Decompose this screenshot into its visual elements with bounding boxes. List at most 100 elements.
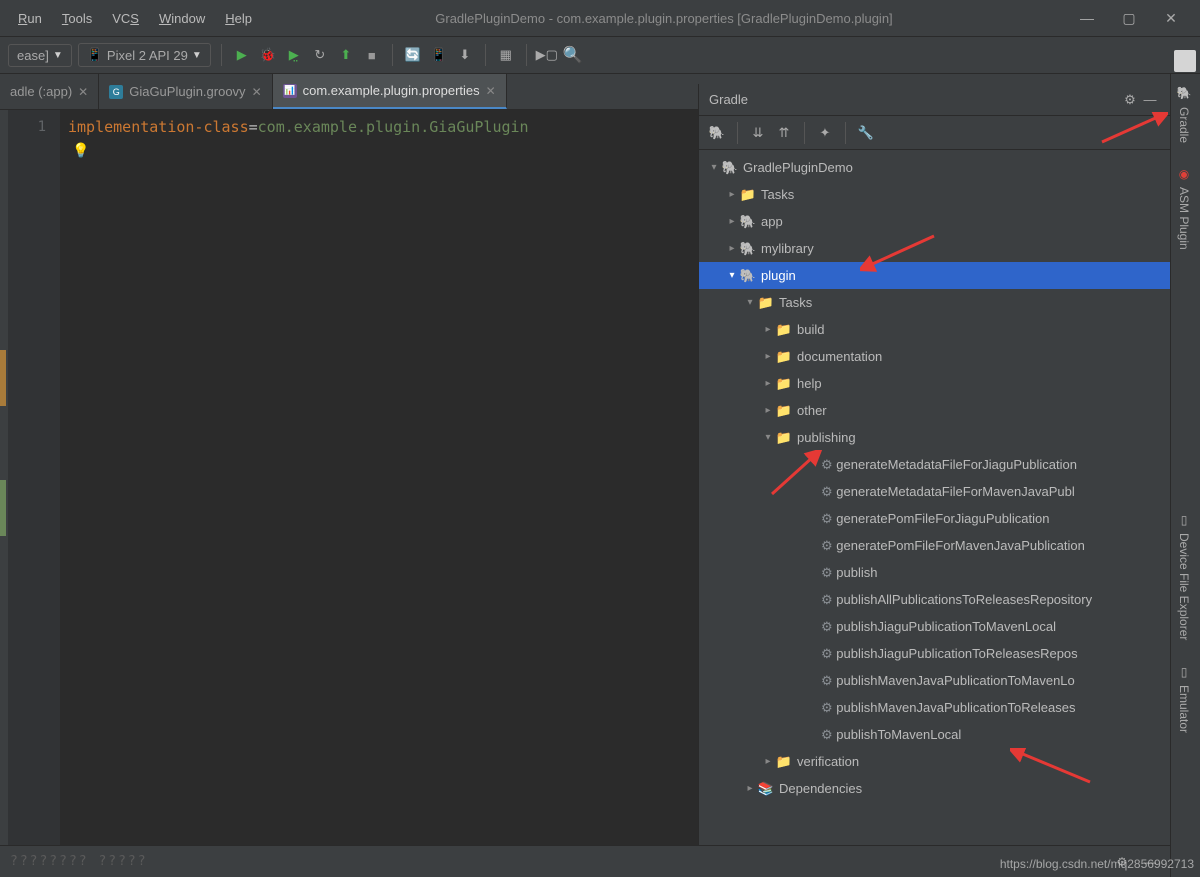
menu-vcs[interactable]: VCS bbox=[102, 7, 149, 30]
right-sidebar: 🐘Gradle ◉ASM Plugin ▯Device File Explore… bbox=[1170, 74, 1200, 877]
wrench-icon[interactable]: 🔧 bbox=[856, 123, 876, 143]
profile-icon[interactable]: ↻ bbox=[310, 45, 330, 65]
tree-mylibrary[interactable]: ▸🐘mylibrary bbox=[699, 235, 1170, 262]
task-row[interactable]: ⚙ generateMetadataFileForJiaguPublicatio… bbox=[699, 451, 1170, 478]
task-label: publish bbox=[836, 565, 877, 580]
chevron-down-icon: ▾ bbox=[743, 297, 757, 308]
task-label: publishToMavenLocal bbox=[836, 727, 961, 742]
separator bbox=[737, 122, 738, 144]
refresh-icon[interactable]: 🐘 bbox=[707, 123, 727, 143]
task-row[interactable]: ⚙ publishJiaguPublicationToReleasesRepos bbox=[699, 640, 1170, 667]
folder-gear-icon: 📁 bbox=[775, 322, 793, 338]
task-label: publishAllPublicationsToReleasesReposito… bbox=[836, 592, 1092, 607]
run-config-dropdown[interactable]: ease] ▼ bbox=[8, 44, 72, 67]
close-button[interactable]: ✕ bbox=[1150, 0, 1192, 36]
minimize-button[interactable]: — bbox=[1066, 0, 1108, 36]
separator bbox=[845, 122, 846, 144]
tree-build[interactable]: ▸📁build bbox=[699, 316, 1170, 343]
gear-icon: ⚙ bbox=[821, 511, 833, 527]
chevron-right-icon: ▸ bbox=[761, 756, 775, 767]
minimize-panel-icon[interactable]: — bbox=[1140, 90, 1160, 110]
side-tab-gradle[interactable]: 🐘Gradle bbox=[1171, 74, 1197, 155]
side-tab-device-explorer[interactable]: ▯Device File Explorer bbox=[1171, 501, 1197, 652]
tab-plugin-properties[interactable]: 📊 com.example.plugin.properties ✕ bbox=[273, 74, 507, 109]
task-label: generatePomFileForJiaguPublication bbox=[836, 511, 1049, 526]
task-row[interactable]: ⚙ generatePomFileForMavenJavaPublication bbox=[699, 532, 1170, 559]
collapse-all-icon[interactable]: ⇈ bbox=[774, 123, 794, 143]
offline-icon[interactable]: ✦ bbox=[815, 123, 835, 143]
tree-root[interactable]: ▾🐘GradlePluginDemo bbox=[699, 154, 1170, 181]
capture-icon[interactable]: ▶▢ bbox=[537, 45, 557, 65]
stop-icon[interactable]: ■ bbox=[362, 45, 382, 65]
chevron-right-icon: ▸ bbox=[761, 378, 775, 389]
menu-tools[interactable]: Tools bbox=[52, 7, 102, 30]
sync-icon[interactable]: 🔄 bbox=[403, 45, 423, 65]
layout-icon[interactable]: ▦ bbox=[496, 45, 516, 65]
task-row[interactable]: ⚙ publishMavenJavaPublicationToMavenLo bbox=[699, 667, 1170, 694]
menu-window[interactable]: Window bbox=[149, 7, 215, 30]
tree-publishing[interactable]: ▾📁publishing bbox=[699, 424, 1170, 451]
task-row[interactable]: ⚙ generatePomFileForJiaguPublication bbox=[699, 505, 1170, 532]
tree-plugin[interactable]: ▾🐘plugin bbox=[699, 262, 1170, 289]
gradle-elephant-icon: 🐘 bbox=[1177, 86, 1191, 101]
task-row[interactable]: ⚙ generateMetadataFileForMavenJavaPubl bbox=[699, 478, 1170, 505]
side-tab-emulator[interactable]: ▯Emulator bbox=[1171, 653, 1197, 745]
node-label: mylibrary bbox=[761, 241, 814, 256]
window-title: GradlePluginDemo - com.example.plugin.pr… bbox=[262, 11, 1066, 26]
task-row[interactable]: ⚙ publishJiaguPublicationToMavenLocal bbox=[699, 613, 1170, 640]
device-dropdown[interactable]: 📱 Pixel 2 API 29 ▼ bbox=[78, 43, 211, 67]
statusbar: ⚙ — bbox=[0, 845, 1170, 877]
separator bbox=[392, 44, 393, 66]
maximize-button[interactable]: ▢ bbox=[1108, 0, 1150, 36]
tree-plugin-tasks[interactable]: ▾📁Tasks bbox=[699, 289, 1170, 316]
coverage-icon[interactable]: ▶̤ bbox=[284, 45, 304, 65]
chevron-right-icon: ▸ bbox=[761, 405, 775, 416]
avatar[interactable] bbox=[1174, 50, 1196, 72]
device-label: Pixel 2 API 29 bbox=[107, 48, 188, 63]
task-row[interactable]: ⚙ publish bbox=[699, 559, 1170, 586]
menu-help[interactable]: Help bbox=[215, 7, 262, 30]
gear-icon: ⚙ bbox=[821, 565, 833, 581]
node-label: GradlePluginDemo bbox=[743, 160, 853, 175]
task-row[interactable]: ⚙ publishToMavenLocal bbox=[699, 721, 1170, 748]
tree-dependencies[interactable]: ▸📚Dependencies bbox=[699, 775, 1170, 802]
task-label: generateMetadataFileForMavenJavaPubl bbox=[836, 484, 1074, 499]
main-toolbar: ease] ▼ 📱 Pixel 2 API 29 ▼ ▶ 🐞 ▶̤ ↻ ⬆ ■ … bbox=[0, 36, 1200, 74]
chevron-down-icon: ▾ bbox=[725, 270, 739, 281]
menu-run[interactable]: Run bbox=[8, 7, 52, 30]
task-row[interactable]: ⚙ publishAllPublicationsToReleasesReposi… bbox=[699, 586, 1170, 613]
tree-other[interactable]: ▸📁other bbox=[699, 397, 1170, 424]
gradle-tree: ▾🐘GradlePluginDemo ▸📁Tasks ▸🐘app ▸🐘mylib… bbox=[699, 150, 1170, 845]
attach-icon[interactable]: ⬆ bbox=[336, 45, 356, 65]
task-row[interactable]: ⚙ publishMavenJavaPublicationToReleases bbox=[699, 694, 1170, 721]
tree-verification[interactable]: ▸📁verification bbox=[699, 748, 1170, 775]
folder-gear-icon: 📁 bbox=[775, 376, 793, 392]
expand-all-icon[interactable]: ⇊ bbox=[748, 123, 768, 143]
close-icon[interactable]: ✕ bbox=[78, 85, 88, 99]
tree-app[interactable]: ▸🐘app bbox=[699, 208, 1170, 235]
task-label: publishMavenJavaPublicationToReleases bbox=[836, 700, 1075, 715]
gear-icon: ⚙ bbox=[821, 538, 833, 554]
node-label: Dependencies bbox=[779, 781, 862, 796]
close-icon[interactable]: ✕ bbox=[252, 85, 262, 99]
device-icon: ▯ bbox=[1177, 513, 1191, 527]
intention-bulb-icon[interactable]: 💡 bbox=[72, 140, 89, 162]
device-icon: 📱 bbox=[87, 47, 103, 63]
tree-help[interactable]: ▸📁help bbox=[699, 370, 1170, 397]
side-tab-asm[interactable]: ◉ASM Plugin bbox=[1171, 155, 1197, 262]
chevron-right-icon: ▸ bbox=[725, 243, 739, 254]
search-icon[interactable]: 🔍 bbox=[563, 45, 583, 65]
close-icon[interactable]: ✕ bbox=[486, 84, 496, 98]
avd-icon[interactable]: 📱 bbox=[429, 45, 449, 65]
watermark: https://blog.csdn.net/mq2856992713 bbox=[1000, 857, 1194, 871]
tab-gradle-app[interactable]: adle (:app) ✕ bbox=[0, 74, 99, 109]
chevron-down-icon: ▾ bbox=[707, 162, 721, 173]
gear-icon[interactable]: ⚙ bbox=[1120, 90, 1140, 110]
tree-documentation[interactable]: ▸📁documentation bbox=[699, 343, 1170, 370]
tab-giagu-plugin[interactable]: G GiaGuPlugin.groovy ✕ bbox=[99, 74, 272, 109]
gear-icon: ⚙ bbox=[821, 700, 833, 716]
debug-icon[interactable]: 🐞 bbox=[258, 45, 278, 65]
run-icon[interactable]: ▶ bbox=[232, 45, 252, 65]
sdk-icon[interactable]: ⬇ bbox=[455, 45, 475, 65]
tree-tasks[interactable]: ▸📁Tasks bbox=[699, 181, 1170, 208]
